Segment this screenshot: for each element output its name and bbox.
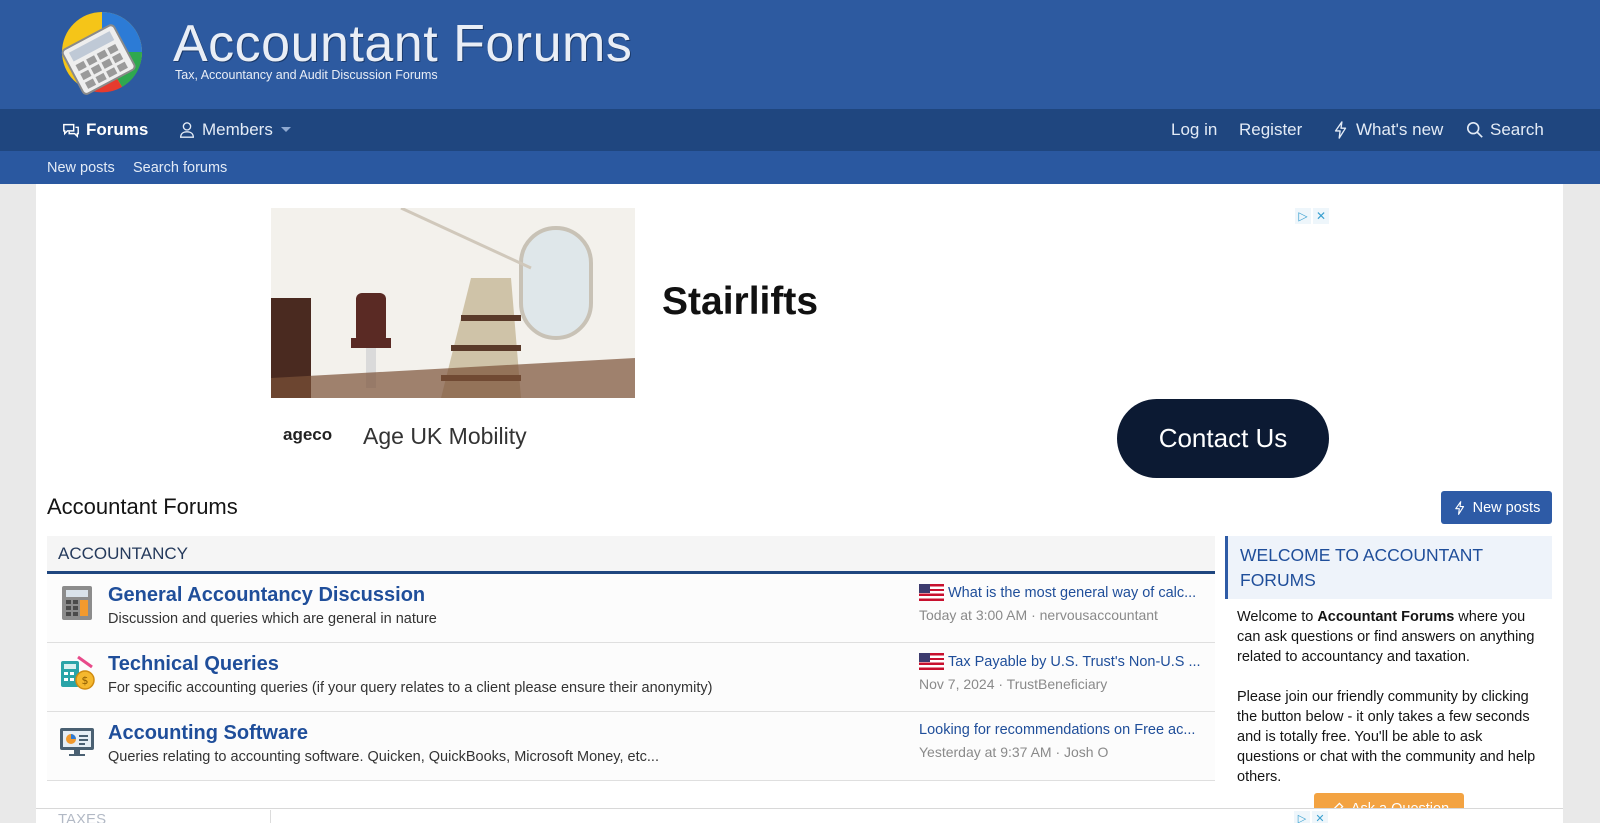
sidebar-title: WELCOME TO ACCOUNTANT FORUMS (1225, 536, 1552, 599)
nav-whats-new[interactable]: What's new (1332, 109, 1443, 151)
site-logo-title[interactable]: Accountant Forums (173, 14, 632, 74)
us-flag-icon (919, 653, 944, 670)
forum-title[interactable]: Technical Queries (108, 653, 279, 676)
nav-search-label: Search (1490, 120, 1544, 139)
site-logo-tagline: Tax, Accountancy and Audit Discussion Fo… (175, 68, 438, 82)
main-nav: Forums Members Log in Register What's ne… (0, 109, 1600, 151)
ad-brand-name[interactable]: Age UK Mobility (363, 423, 527, 450)
ad-close-icon[interactable]: ✕ (1313, 208, 1329, 224)
ad-info-icon[interactable]: ▷ (1295, 208, 1311, 224)
forum-title[interactable]: Accounting Software (108, 722, 308, 745)
lightning-icon (1454, 500, 1464, 515)
ad-brand-logo[interactable]: ageco (283, 425, 332, 445)
chevron-down-icon (281, 127, 291, 132)
sidebar-intro-prefix: Welcome to (1237, 609, 1318, 625)
subnav-new-posts[interactable]: New posts (47, 151, 115, 184)
sidebar-body: Welcome to Accountant Forums where you c… (1225, 599, 1552, 815)
forum-last-post: What is the most general way of calc... … (919, 584, 1209, 623)
last-post-link[interactable]: Looking for recommendations on Free ac..… (919, 722, 1209, 738)
welcome-sidebar: WELCOME TO ACCOUNTANT FORUMS Welcome to … (1225, 536, 1552, 823)
forum-description: Queries relating to accounting software.… (108, 749, 659, 765)
coins-calculator-icon[interactable]: $ (58, 653, 96, 691)
forum-title[interactable]: General Accountancy Discussion (108, 584, 425, 607)
forum-description: Discussion and queries which are general… (108, 611, 437, 627)
nav-tab-members[interactable]: Members (178, 109, 273, 151)
category-header[interactable]: ACCOUNTANCY (47, 536, 1215, 574)
new-posts-button-label: New posts (1472, 499, 1541, 516)
ad-contact-button[interactable]: Contact Us (1117, 399, 1329, 478)
calculator-icon[interactable] (58, 584, 96, 622)
bottom-divider (270, 810, 271, 823)
last-post-title: Tax Payable by U.S. Trust's Non-U.S ... (948, 653, 1201, 670)
members-dropdown-toggle[interactable] (280, 109, 292, 151)
forum-last-post: Tax Payable by U.S. Trust's Non-U.S ... … (919, 653, 1209, 692)
sub-nav: New posts Search forums (0, 151, 1600, 184)
sidebar-intro: Welcome to Accountant Forums where you c… (1237, 607, 1540, 667)
us-flag-icon (919, 584, 944, 601)
subnav-search-forums[interactable]: Search forums (133, 151, 227, 184)
advertisement[interactable]: Stairlifts ▷ ✕ ageco Age UK Mobility Con… (271, 208, 1329, 478)
sidebar-join-text: Please join our friendly community by cl… (1237, 689, 1536, 785)
forum-node: Accounting Software Queries relating to … (47, 712, 1215, 781)
monitor-chart-icon[interactable] (58, 722, 96, 760)
nav-whats-new-label: What's new (1356, 120, 1444, 139)
nav-tab-members-label: Members (202, 120, 273, 139)
forum-description: For specific accounting queries (if your… (108, 680, 713, 696)
nav-login-label: Log in (1171, 120, 1218, 139)
new-posts-button[interactable]: New posts (1441, 491, 1552, 524)
page-title: Accountant Forums (47, 494, 238, 519)
nav-register-label: Register (1239, 120, 1303, 139)
forum-last-post: Looking for recommendations on Free ac..… (919, 722, 1209, 760)
site-header: Accountant Forums Tax, Accountancy and A… (0, 0, 1600, 109)
nav-tab-forums[interactable]: Forums (62, 109, 148, 151)
category-block: ACCOUNTANCY General Accountancy Discussi… (47, 536, 1215, 781)
lightning-icon (1334, 121, 1347, 139)
bottom-ad-bar (36, 808, 1563, 823)
last-post-link[interactable]: Tax Payable by U.S. Trust's Non-U.S ... (919, 653, 1209, 670)
sidebar-intro-bold: Accountant Forums (1317, 609, 1455, 625)
last-post-title: What is the most general way of calc... (948, 584, 1197, 601)
svg-text:$: $ (82, 674, 89, 687)
last-post-meta[interactable]: Today at 3:00 AM · nervousaccountant (919, 607, 1209, 623)
search-icon (1466, 121, 1483, 138)
next-category-header[interactable]: TAXES (58, 811, 106, 823)
last-post-meta[interactable]: Nov 7, 2024 · TrustBeneficiary (919, 676, 1209, 692)
forum-node: $ Technical Queries For specific account… (47, 643, 1215, 712)
ad-headline[interactable]: Stairlifts (662, 280, 818, 324)
ad-stairlift-image[interactable] (271, 208, 635, 398)
ad-info-icon[interactable]: ▷ (1294, 811, 1310, 823)
forums-chat-icon (63, 123, 79, 139)
last-post-title: Looking for recommendations on Free ac..… (919, 722, 1196, 738)
last-post-meta[interactable]: Yesterday at 9:37 AM · Josh O (919, 744, 1209, 760)
ad-choices[interactable]: ▷ ✕ (1295, 208, 1329, 225)
calculator-logo-icon[interactable] (52, 10, 150, 98)
nav-register[interactable]: Register (1239, 109, 1302, 151)
nav-search[interactable]: Search (1466, 109, 1544, 151)
nav-login[interactable]: Log in (1171, 109, 1217, 151)
bottom-ad-choices[interactable]: ▷ ✕ (1294, 811, 1328, 823)
forum-node: General Accountancy Discussion Discussio… (47, 574, 1215, 643)
user-icon (180, 122, 194, 138)
last-post-link[interactable]: What is the most general way of calc... (919, 584, 1209, 601)
ad-close-icon[interactable]: ✕ (1312, 811, 1328, 823)
nav-tab-forums-label: Forums (86, 120, 149, 139)
